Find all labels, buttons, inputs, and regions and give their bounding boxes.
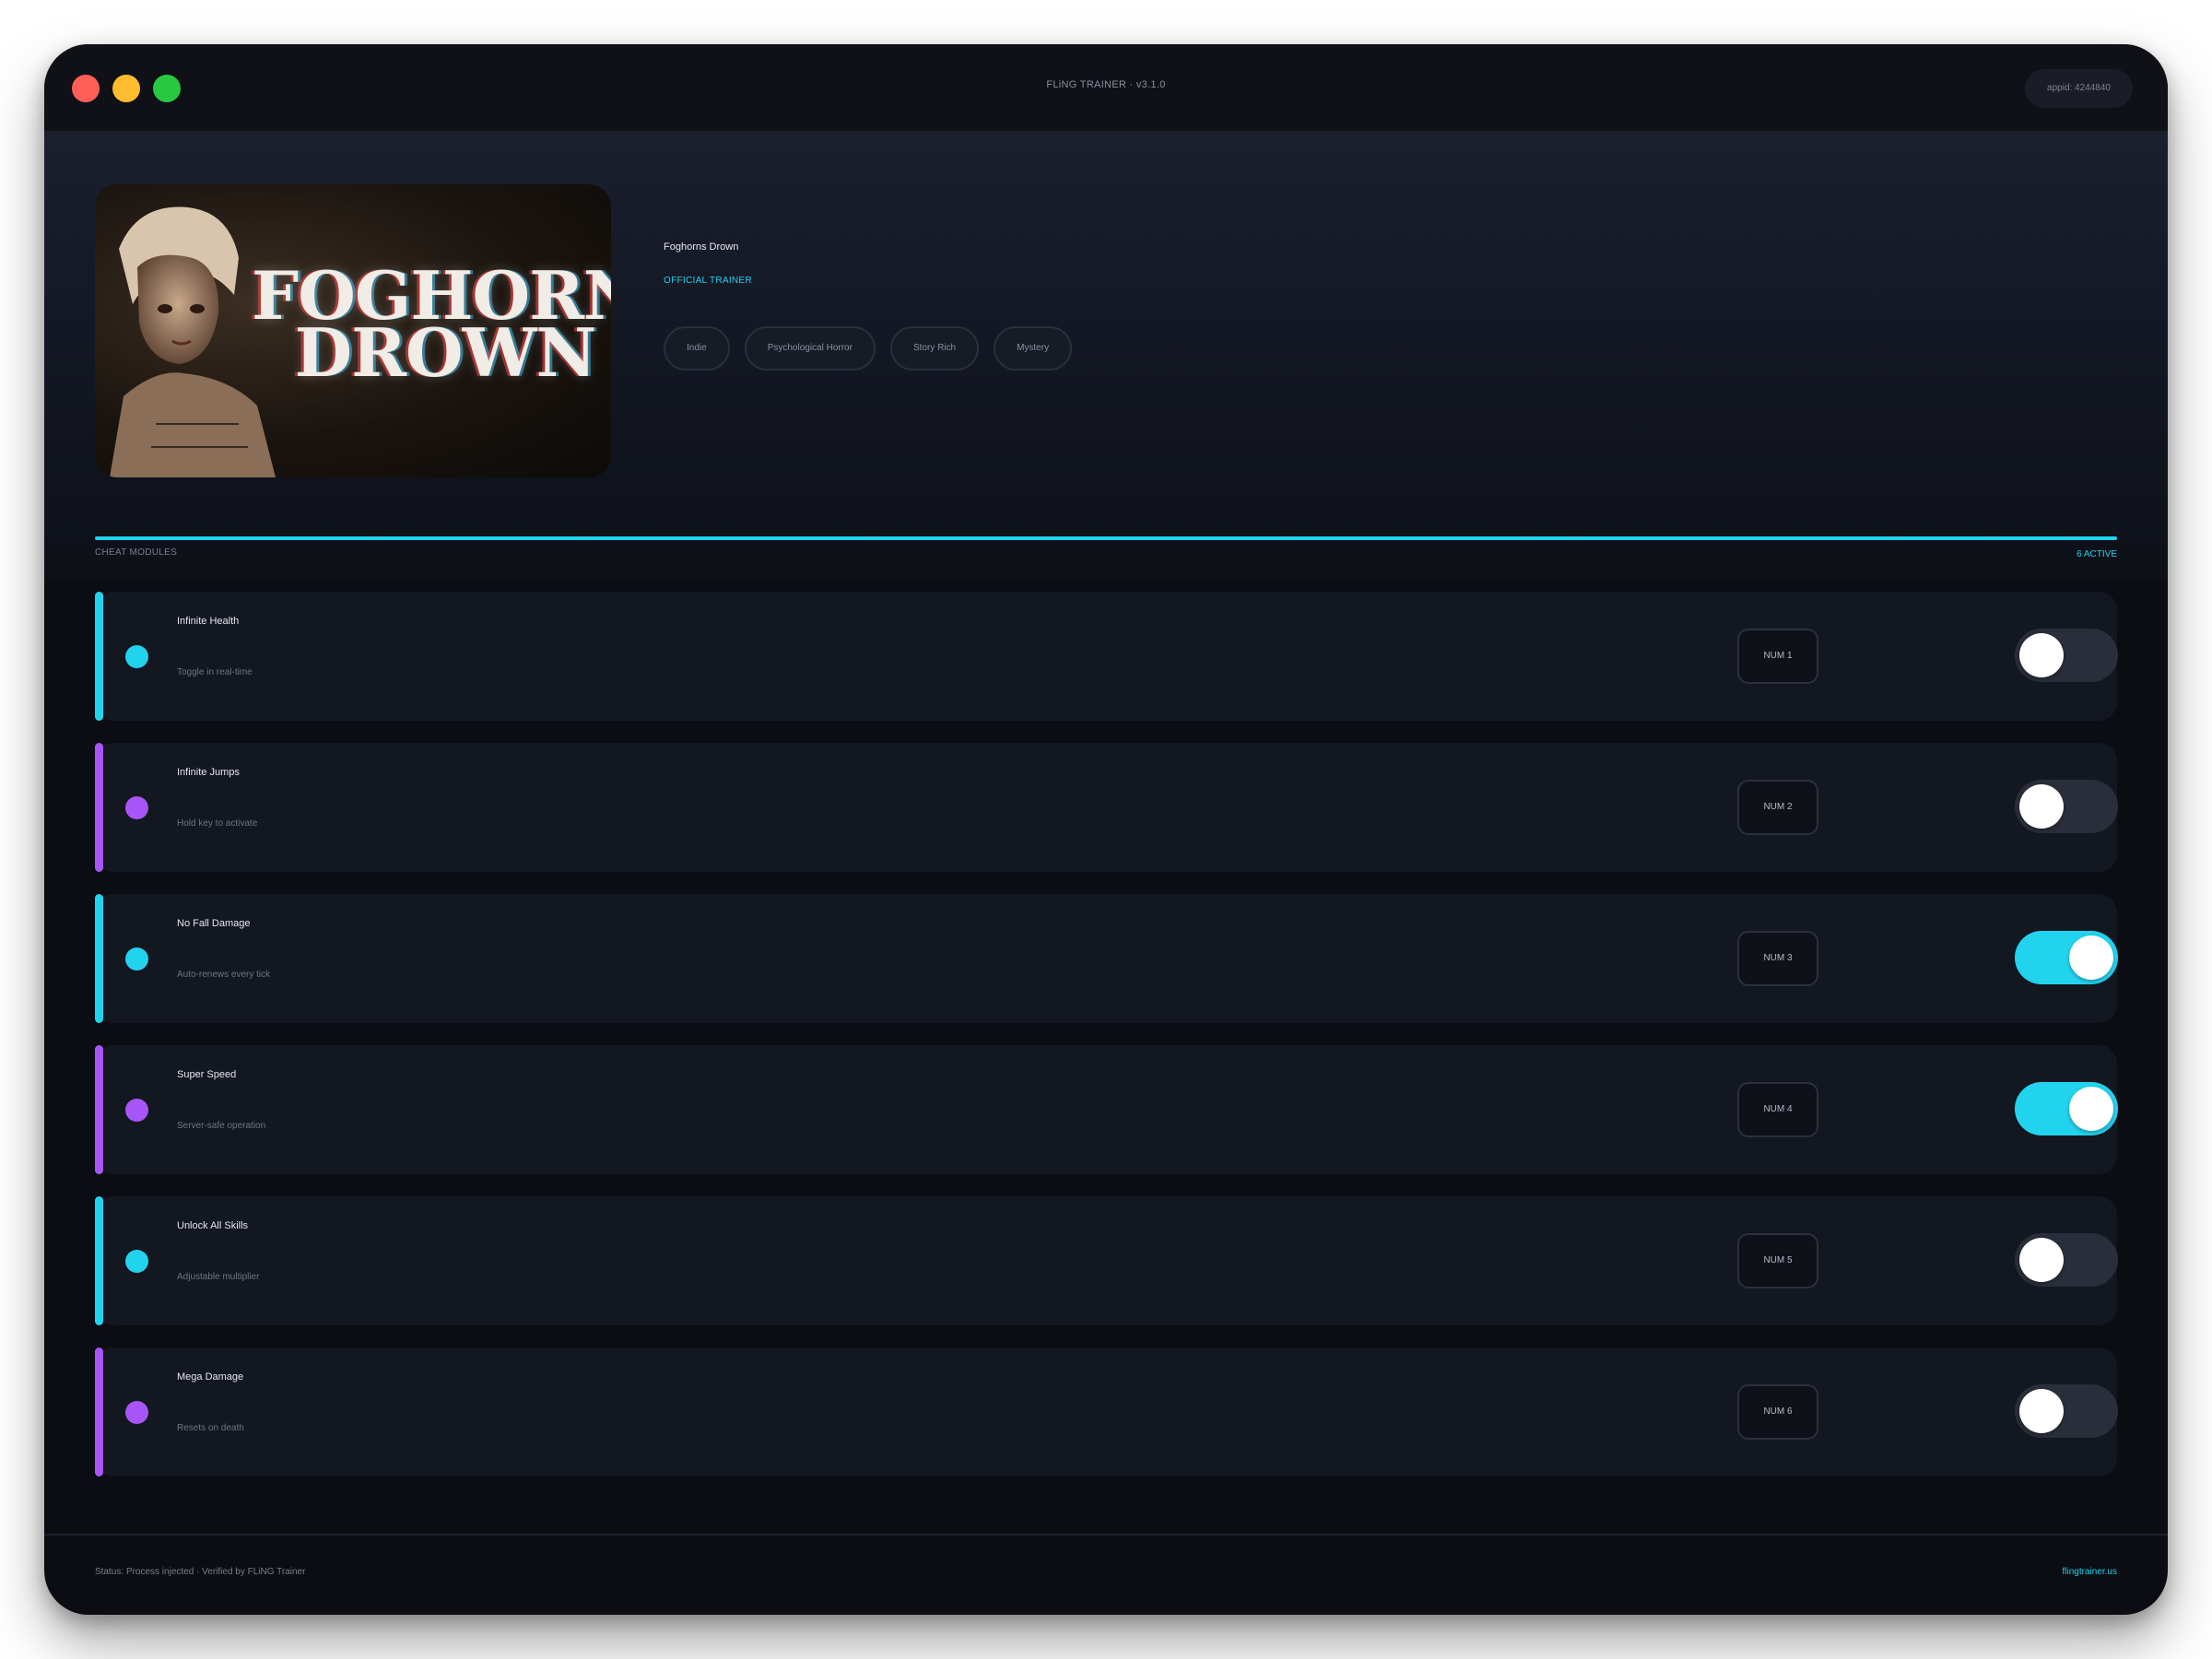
game-title: Foghorns Drown bbox=[664, 241, 739, 253]
toggle-knob bbox=[2019, 784, 2064, 829]
cheat-name: Mega Damage bbox=[177, 1371, 244, 1382]
genre-tags: Indie Psychological Horror Story Rich My… bbox=[664, 326, 1073, 371]
cheat-toggle-switch[interactable] bbox=[2015, 629, 2118, 682]
modules-section-label: CHEAT MODULES bbox=[95, 547, 178, 558]
tag-indie[interactable]: Indie bbox=[664, 326, 730, 371]
row-accent-bar bbox=[95, 1196, 103, 1325]
status-text: Status: Process injected · Verified by F… bbox=[95, 1567, 306, 1577]
cheat-toggle-switch[interactable] bbox=[2015, 780, 2118, 833]
cheat-description: Resets on death bbox=[177, 1423, 244, 1433]
status-dot-icon bbox=[125, 1401, 148, 1424]
cheat-row: No Fall Damage Auto-renews every tick NU… bbox=[95, 894, 2118, 1023]
row-accent-bar bbox=[95, 1045, 103, 1174]
toggle-knob bbox=[2019, 1389, 2064, 1433]
title-bar: FLiNG TRAINER · v3.1.0 appid: 4244840 bbox=[44, 44, 2168, 133]
website-link[interactable]: flingtrainer.us bbox=[2063, 1567, 2117, 1577]
cheat-description: Hold key to activate bbox=[177, 818, 258, 829]
trainer-window: FLiNG TRAINER · v3.1.0 appid: 4244840 FO… bbox=[44, 44, 2168, 1615]
cheat-toggle-switch[interactable] bbox=[2015, 1384, 2118, 1438]
hotkey-button[interactable]: NUM 4 bbox=[1737, 1082, 1818, 1137]
hotkey-button[interactable]: NUM 2 bbox=[1737, 780, 1818, 835]
cheat-name: Unlock All Skills bbox=[177, 1220, 249, 1231]
status-dot-icon bbox=[125, 796, 148, 819]
game-cover-image: FOGHORNS DROWN bbox=[95, 184, 611, 477]
tag-mystery[interactable]: Mystery bbox=[994, 326, 1073, 371]
official-trainer-badge: OFFICIAL TRAINER bbox=[664, 276, 752, 286]
footer-divider bbox=[44, 1534, 2168, 1535]
cheat-row: Mega Damage Resets on death NUM 6 bbox=[95, 1347, 2118, 1477]
cheat-row: Unlock All Skills Adjustable multiplier … bbox=[95, 1196, 2118, 1325]
toggle-knob bbox=[2069, 935, 2113, 980]
status-dot-icon bbox=[125, 645, 148, 668]
toggle-knob bbox=[2019, 633, 2064, 677]
window-title: FLiNG TRAINER · v3.1.0 bbox=[1046, 79, 1166, 90]
status-dot-icon bbox=[125, 1099, 148, 1122]
cheat-row: Infinite Jumps Hold key to activate NUM … bbox=[95, 743, 2118, 872]
active-count: 6 ACTIVE bbox=[2077, 549, 2117, 559]
section-divider bbox=[95, 536, 2117, 540]
tag-psychological-horror[interactable]: Psychological Horror bbox=[744, 326, 876, 371]
cheat-description: Server-safe operation bbox=[177, 1121, 266, 1131]
row-accent-bar bbox=[95, 894, 103, 1023]
toggle-knob bbox=[2019, 1238, 2064, 1282]
row-accent-bar bbox=[95, 592, 103, 721]
cheat-name: Infinite Health bbox=[177, 616, 240, 627]
tag-story-rich[interactable]: Story Rich bbox=[889, 326, 980, 371]
cheat-description: Toggle in real-time bbox=[177, 667, 253, 677]
status-dot-icon bbox=[125, 1250, 148, 1273]
cheat-row: Infinite Health Toggle in real-time NUM … bbox=[95, 592, 2118, 721]
cheat-name: No Fall Damage bbox=[177, 918, 251, 929]
row-accent-bar bbox=[95, 1347, 103, 1477]
status-dot-icon bbox=[125, 947, 148, 971]
game-header: FOGHORNS DROWN Foghorns Drown OFFICIAL T… bbox=[44, 133, 2168, 579]
cheat-toggle-switch[interactable] bbox=[2015, 1082, 2118, 1135]
cheat-description: Auto-renews every tick bbox=[177, 970, 271, 980]
appid-badge: appid: 4244840 bbox=[2025, 69, 2133, 108]
toggle-knob bbox=[2069, 1087, 2113, 1131]
cheat-description: Adjustable multiplier bbox=[177, 1272, 260, 1282]
row-accent-bar bbox=[95, 743, 103, 872]
hotkey-button[interactable]: NUM 3 bbox=[1737, 931, 1818, 986]
hotkey-button[interactable]: NUM 5 bbox=[1737, 1233, 1818, 1288]
cheat-row: Super Speed Server-safe operation NUM 4 bbox=[95, 1045, 2118, 1174]
cover-title-art: FOGHORNS DROWN bbox=[252, 263, 611, 392]
cheat-name: Super Speed bbox=[177, 1069, 237, 1080]
hotkey-button[interactable]: NUM 1 bbox=[1737, 629, 1818, 684]
cover-title-line2: DROWN bbox=[294, 313, 597, 392]
hotkey-button[interactable]: NUM 6 bbox=[1737, 1384, 1818, 1440]
cheat-toggle-switch[interactable] bbox=[2015, 1233, 2118, 1287]
cheat-name: Infinite Jumps bbox=[177, 767, 240, 778]
cheat-toggle-switch[interactable] bbox=[2015, 931, 2118, 984]
